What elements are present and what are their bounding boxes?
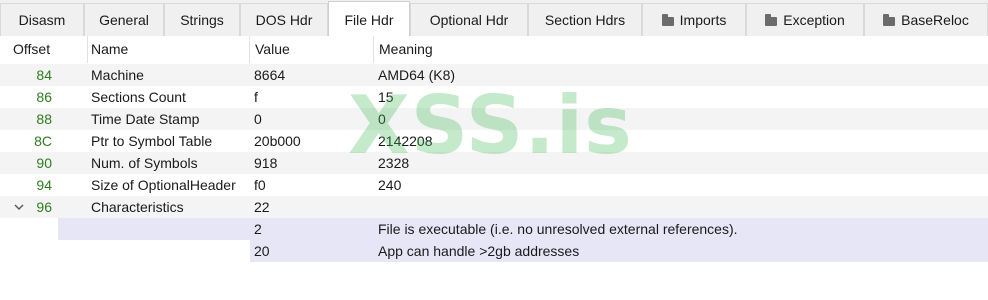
tab-bar: Disasm General Strings DOS Hdr File Hdr …	[0, 0, 988, 37]
tab-label: Imports	[679, 12, 727, 28]
tab-imports[interactable]: Imports	[642, 3, 746, 36]
tab-label: Optional Hdr	[429, 12, 509, 28]
value-cell: 20b000	[254, 133, 301, 149]
table-header: Offset Name Value Meaning	[0, 36, 988, 63]
meaning-cell: 240	[378, 177, 402, 193]
tab-general[interactable]: General	[84, 3, 164, 36]
child-row[interactable]: 20 App can handle >2gb addresses	[0, 240, 988, 262]
value-cell: 2	[254, 221, 262, 237]
file-header-table: Offset Name Value Meaning 84 Machine 866…	[0, 36, 988, 300]
meaning-cell: AMD64 (K8)	[378, 67, 456, 83]
tab-label: General	[99, 12, 149, 28]
tab-optional-hdr[interactable]: Optional Hdr	[410, 3, 528, 36]
offset-cell: 96	[36, 199, 52, 215]
value-cell: 8664	[254, 67, 286, 83]
value-cell: 20	[254, 243, 270, 259]
name-cell: Size of OptionalHeader	[91, 177, 236, 193]
tab-strings[interactable]: Strings	[164, 3, 240, 36]
offset-cell: 8C	[34, 133, 52, 149]
tab-basereloc[interactable]: BaseReloc	[864, 3, 988, 36]
tab-disasm[interactable]: Disasm	[0, 3, 84, 36]
tab-label: Section Hdrs	[544, 12, 626, 28]
table-row[interactable]: 8C Ptr to Symbol Table 20b000 2142208	[0, 130, 988, 152]
meaning-cell: 2142208	[378, 133, 433, 149]
meaning-cell: 15	[378, 89, 394, 105]
name-cell: Ptr to Symbol Table	[91, 133, 213, 149]
offset-cell: 90	[36, 155, 52, 171]
value-cell: 0	[254, 111, 262, 127]
name-cell: Num. of Symbols	[91, 155, 198, 171]
name-cell: Time Date Stamp	[91, 111, 200, 127]
tab-label: DOS Hdr	[255, 12, 313, 28]
value-cell: f0	[254, 177, 266, 193]
meaning-cell: File is executable (i.e. no unresolved e…	[378, 221, 738, 237]
tab-label: BaseReloc	[901, 12, 969, 28]
table-row[interactable]: 84 Machine 8664 AMD64 (K8)	[0, 64, 988, 86]
value-cell: 918	[254, 155, 278, 171]
value-cell: 22	[254, 199, 270, 215]
meaning-cell: 2328	[378, 155, 410, 171]
row-highlight	[250, 240, 988, 262]
tab-dos-hdr[interactable]: DOS Hdr	[240, 3, 328, 36]
tab-label: Exception	[783, 12, 845, 28]
offset-cell: 88	[36, 111, 52, 127]
table-row[interactable]: 90 Num. of Symbols 918 2328	[0, 152, 988, 174]
table-row-expandable[interactable]: 96 Characteristics 22	[0, 196, 988, 218]
offset-cell: 84	[36, 67, 52, 83]
tab-section-hdrs[interactable]: Section Hdrs	[528, 3, 642, 36]
folder-icon	[765, 13, 778, 26]
value-cell: f	[254, 89, 258, 105]
meaning-cell: App can handle >2gb addresses	[378, 243, 580, 259]
tab-exception[interactable]: Exception	[746, 3, 864, 36]
table-row[interactable]: 88 Time Date Stamp 0 0	[0, 108, 988, 130]
name-cell: Sections Count	[91, 89, 186, 105]
folder-icon	[883, 13, 896, 26]
child-row[interactable]: 2 File is executable (i.e. no unresolved…	[0, 218, 988, 240]
name-cell: Machine	[91, 67, 144, 83]
table-row[interactable]: 94 Size of OptionalHeader f0 240	[0, 174, 988, 196]
column-header-value[interactable]: Value	[250, 36, 374, 63]
column-header-name[interactable]: Name	[86, 36, 250, 63]
folder-icon	[661, 13, 674, 26]
name-cell: Characteristics	[91, 199, 184, 215]
tab-file-hdr[interactable]: File Hdr	[328, 1, 410, 37]
column-header-offset[interactable]: Offset	[8, 36, 88, 63]
column-header-meaning[interactable]: Meaning	[374, 36, 988, 63]
offset-cell: 94	[36, 177, 52, 193]
meaning-cell: 0	[378, 111, 386, 127]
tab-label: Disasm	[18, 12, 66, 28]
tab-label: Strings	[180, 12, 224, 28]
tab-label: File Hdr	[344, 11, 394, 28]
offset-cell: 86	[36, 89, 52, 105]
table-row[interactable]: 86 Sections Count f 15	[0, 86, 988, 108]
